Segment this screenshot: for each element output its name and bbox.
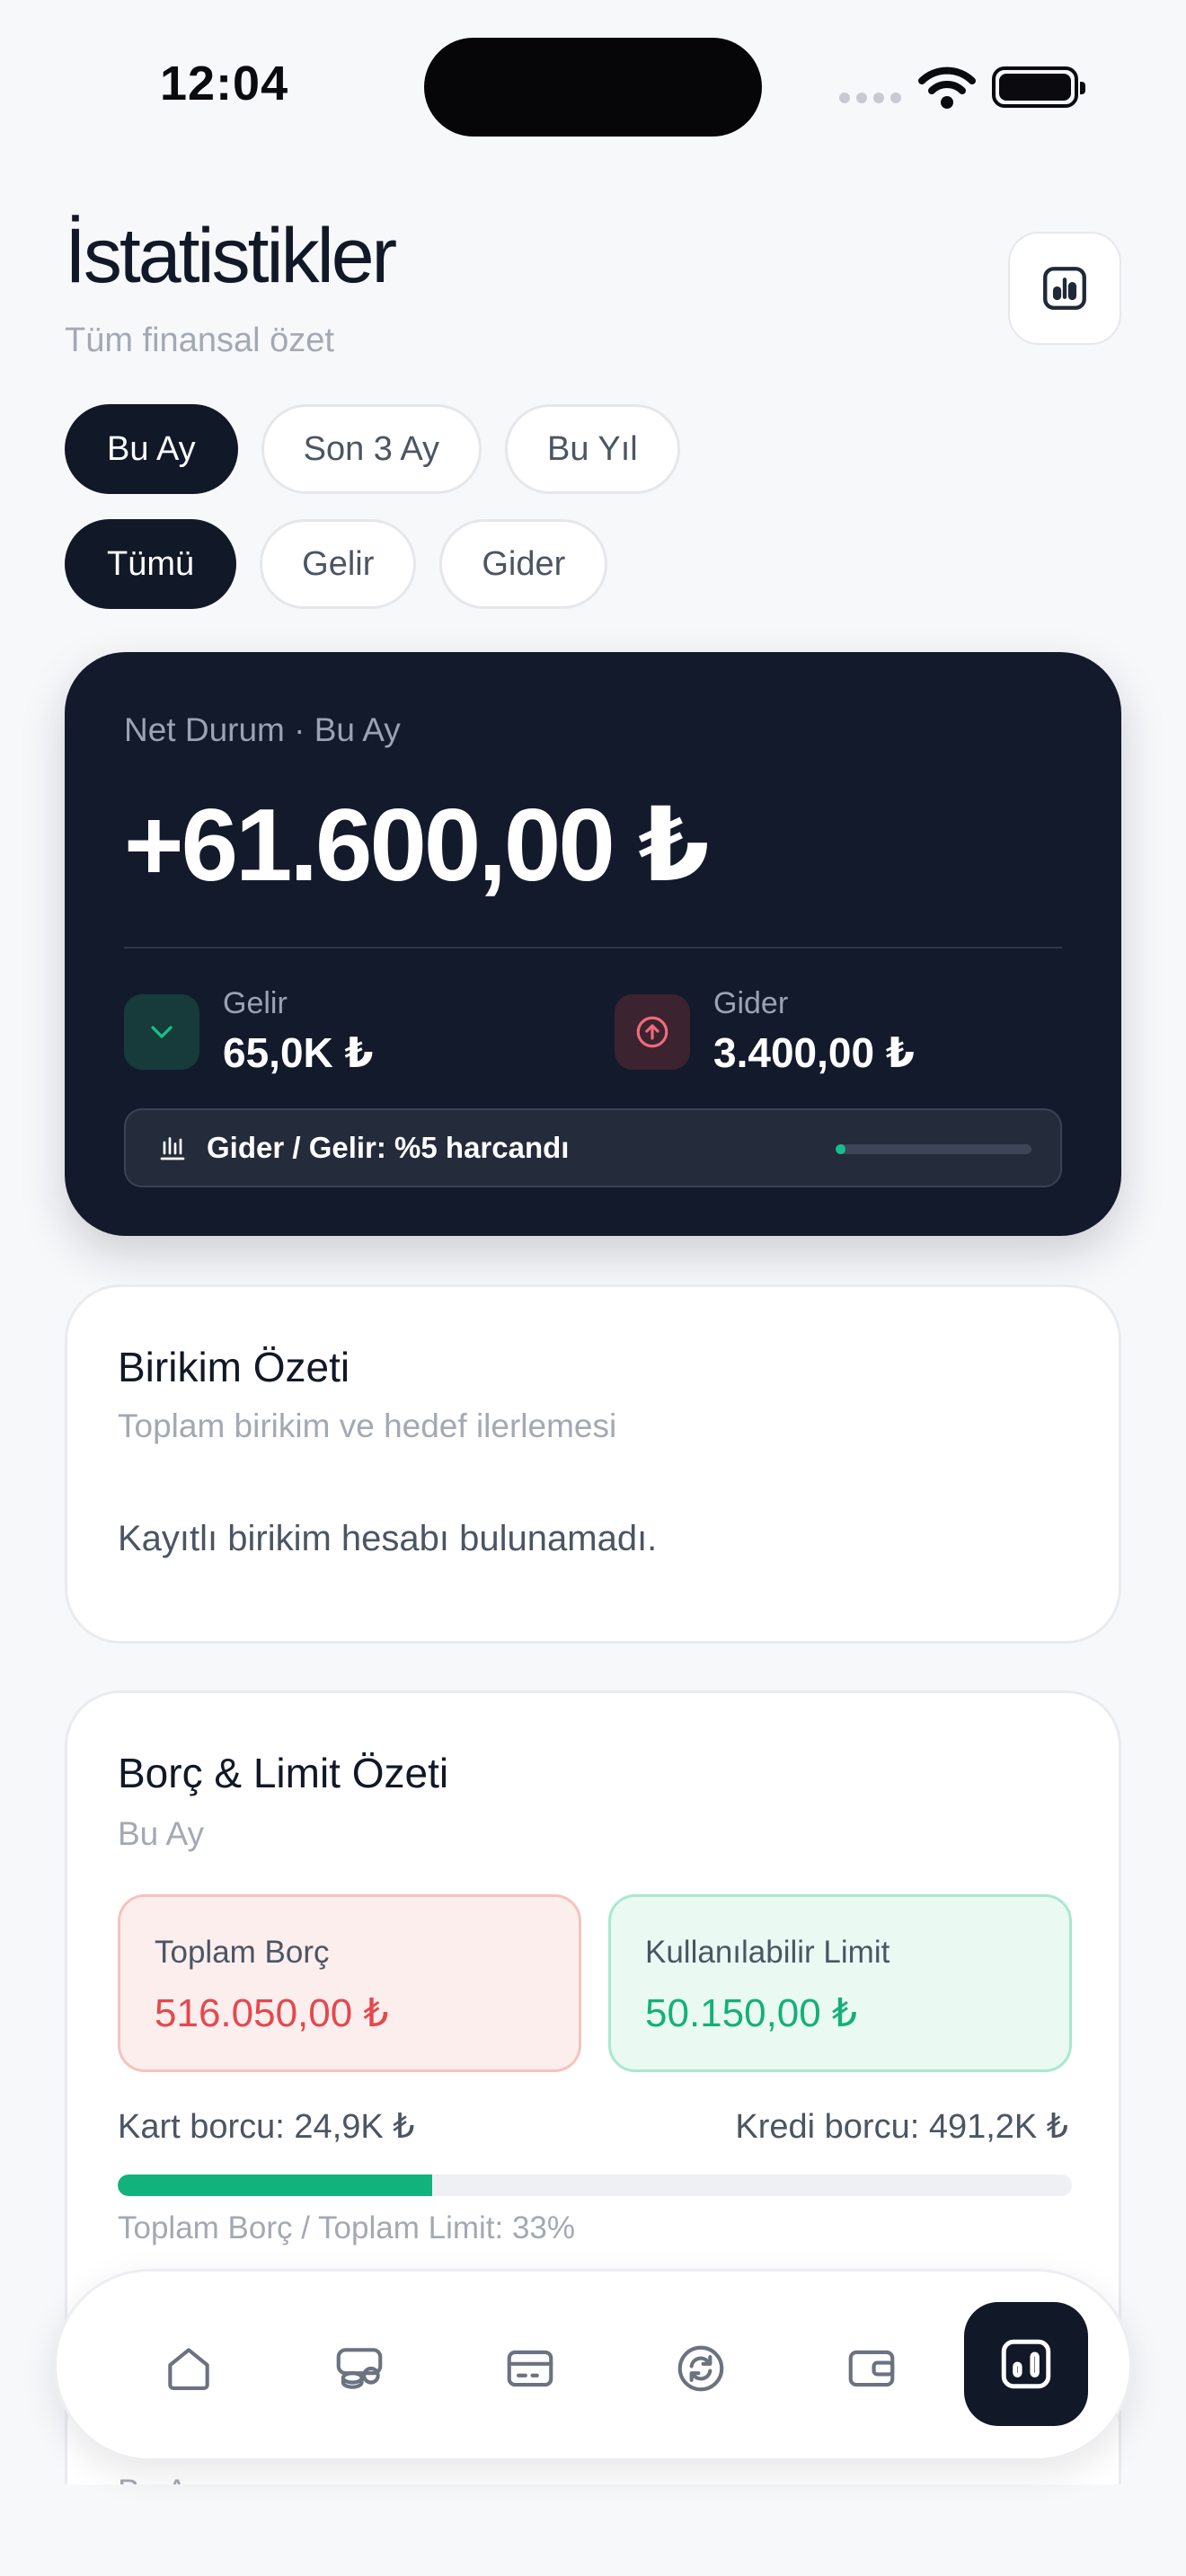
bar-chart-icon [1001,2339,1051,2389]
savings-subtitle: Toplam birikim ve hedef ilerlemesi [118,1407,617,1444]
debt-limit-progress [118,2175,1072,2196]
ratio-progress-fill [836,1144,845,1154]
card-debt-text: Kart borcu: 24,9K ₺ [118,2108,415,2146]
status-time: 12:04 [160,57,289,110]
refresh-icon [677,2345,724,2392]
total-debt-box: Toplam Borç 516.050,00 ₺ [118,1894,581,2072]
expense-income-ratio: Gider / Gelir: %5 harcandı [124,1108,1062,1187]
available-limit-label: Kullanılabilir Limit [645,1935,890,1970]
coins-icon [336,2348,383,2389]
credit-card-icon [507,2350,553,2387]
ratio-progress [836,1144,1031,1154]
available-limit-box: Kullanılabilir Limit 50.150,00 ₺ [608,1894,1072,2072]
chevron-down-icon [151,1025,173,1038]
total-debt-label: Toplam Borç [155,1935,330,1970]
savings-empty-message: Kayıtlı birikim hesabı bulunamadı. [118,1519,658,1558]
chip-last-3-months[interactable]: Son 3 Ay [261,404,482,494]
chip-this-month[interactable]: Bu Ay [65,404,238,494]
period-filter: Bu Ay Son 3 Ay Bu Yıl [65,404,680,494]
chip-expense[interactable]: Gider [439,519,608,609]
savings-title: Birikim Özeti [118,1344,350,1390]
tab-cards[interactable] [481,2319,580,2418]
debt-ratio-caption: Toplam Borç / Toplam Limit: 33% [118,2210,576,2245]
net-label: Net Durum · Bu Ay [124,711,401,748]
arrow-up-circle-icon [636,1016,668,1047]
expense-stat: Gider 3.400,00 ₺ [615,986,915,1077]
income-value: 65,0K ₺ [223,1029,374,1076]
bar-chart-icon [1043,267,1086,310]
income-stat: Gelir 65,0K ₺ [124,986,374,1077]
type-filter: Tümü Gelir Gider [65,519,608,609]
income-label: Gelir [223,986,288,1020]
debt-subtitle: Bu Ay [118,1815,205,1852]
debt-title: Borç & Limit Özeti [118,1750,449,1796]
wallet-icon [848,2350,895,2387]
debt-limit-progress-fill [118,2175,433,2196]
ratio-text: Gider / Gelir: %5 harcandı [207,1131,570,1164]
expense-badge [615,993,690,1070]
chart-view-button[interactable] [1008,232,1121,345]
dynamic-island [424,38,762,137]
tab-home[interactable] [139,2319,238,2418]
expense-value: 3.400,00 ₺ [713,1029,915,1076]
expense-label: Gider [713,986,789,1020]
chip-all[interactable]: Tümü [65,519,237,609]
bottom-background [0,2484,1186,2576]
statistics-screen: 12:04 İstatistikler Tüm finansal özet Bu… [0,0,1186,2576]
chip-this-year[interactable]: Bu Yıl [505,404,680,494]
cellular-signal-icon [839,93,901,103]
available-limit-value: 50.150,00 ₺ [645,1991,857,2035]
tab-statistics[interactable] [964,2302,1088,2426]
tab-transactions[interactable] [310,2319,409,2418]
total-debt-value: 516.050,00 ₺ [155,1991,389,2035]
wifi-icon [918,66,976,109]
income-badge [124,993,199,1070]
bar-chart-icon [160,1137,185,1160]
loan-debt-text: Kredi borcu: 491,2K ₺ [735,2108,1068,2146]
tab-recurring[interactable] [651,2319,750,2418]
net-summary-card: Net Durum · Bu Ay +61.600,00 ₺ Gelir 65,… [65,652,1121,1236]
page-subtitle: Tüm finansal özet [65,322,334,359]
net-amount: +61.600,00 ₺ [124,789,710,903]
chip-income[interactable]: Gelir [260,519,417,609]
bottom-tab-bar [54,2269,1132,2461]
savings-summary-card: Birikim Özeti Toplam birikim ve hedef il… [65,1284,1121,1644]
tab-wallet[interactable] [822,2319,921,2418]
battery-icon [992,66,1085,108]
page-title: İstatistikler [65,213,397,299]
home-icon [168,2348,209,2391]
divider [124,947,1062,948]
